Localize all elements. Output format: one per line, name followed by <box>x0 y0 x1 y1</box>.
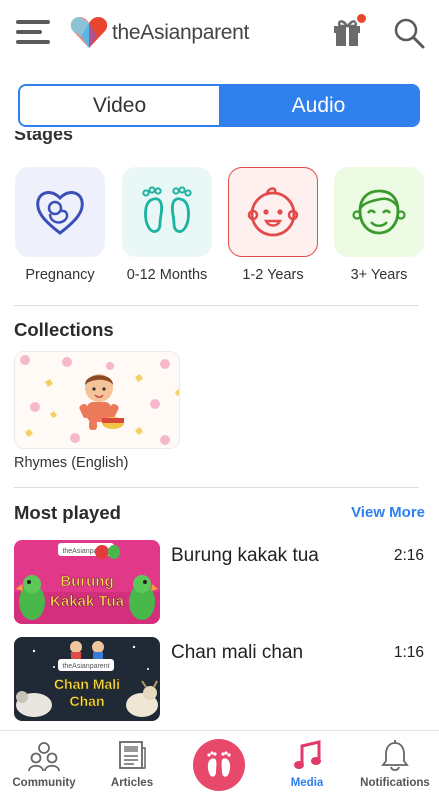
stage-pregnancy[interactable]: Pregnancy <box>15 167 105 283</box>
baby-feet-icon <box>142 186 192 233</box>
track-duration: 1:16 <box>393 644 424 661</box>
tab-video[interactable]: Video <box>20 86 219 125</box>
bell-icon <box>381 740 409 771</box>
track-thumbnail: theAsianparent Burung Kakak Tua <box>14 540 160 624</box>
stage-1-2-years[interactable]: 1-2 Years <box>228 167 318 283</box>
logo-text: theAsianparent <box>112 21 250 44</box>
thumb-title-line-1: Chan Mali <box>54 676 120 692</box>
stages-title: Stages <box>14 131 74 144</box>
collection-card-rhymes[interactable] <box>14 351 180 449</box>
app-header: theAsianparent <box>0 0 439 66</box>
pregnancy-heart-icon <box>36 191 84 235</box>
baby-feet-icon <box>207 751 231 777</box>
track-duration: 2:16 <box>393 547 424 564</box>
stage-0-12-months[interactable]: 0-12 Months <box>122 167 212 283</box>
community-icon <box>28 742 60 772</box>
divider <box>14 305 419 306</box>
track-item[interactable]: theAsianparent Chan Mali Chan Chan mali … <box>14 637 424 721</box>
heart-logo-icon <box>70 17 108 48</box>
media-type-toggle: Video Audio <box>18 84 420 127</box>
kid-face-icon <box>352 189 406 235</box>
track-title: Chan mali chan <box>171 642 304 663</box>
track-thumbnail: theAsianparent Chan Mali Chan <box>14 637 160 721</box>
rhymes-collection-thumbnail <box>15 352 179 448</box>
notification-dot <box>355 12 368 25</box>
newspaper-icon <box>119 741 146 769</box>
stage-3-plus-years[interactable]: 3+ Years <box>334 167 424 283</box>
collection-label: Rhymes (English) <box>14 455 129 471</box>
most-played-title: Most played <box>14 502 121 523</box>
stage-label: 3+ Years <box>350 267 408 283</box>
view-more-link[interactable]: View More <box>351 504 425 521</box>
divider <box>14 487 419 488</box>
tab-audio[interactable]: Audio <box>219 86 418 125</box>
track-title: Burung kakak tua <box>171 545 319 566</box>
menu-icon[interactable] <box>16 20 50 44</box>
gift-icon[interactable] <box>330 12 368 50</box>
thumb-title-line-2: Chan <box>70 693 105 709</box>
nav-center-feet-button[interactable] <box>193 739 245 791</box>
thumb-title-line-2: Kakak Tua <box>50 593 125 610</box>
logo: theAsianparent <box>70 16 249 50</box>
thumb-title-line-1: Burung <box>60 573 113 590</box>
nav-label: Notifications <box>360 777 430 789</box>
collections-title: Collections <box>14 319 114 340</box>
stage-label: 1-2 Years <box>242 267 304 283</box>
baby-face-icon <box>247 187 299 237</box>
nav-articles[interactable]: Articles <box>88 731 176 800</box>
nav-label: Articles <box>110 777 154 789</box>
nav-community[interactable]: Community <box>0 731 88 800</box>
stage-label: 0-12 Months <box>126 267 208 283</box>
thumb-brand: theAsianparent <box>62 663 109 670</box>
nav-label: Media <box>290 777 324 789</box>
nav-media[interactable]: Media <box>263 731 351 800</box>
music-note-icon <box>294 740 321 769</box>
nav-label: Community <box>12 777 76 789</box>
track-item[interactable]: theAsianparent Burung Kakak Tua Burung k… <box>14 540 424 624</box>
stage-label: Pregnancy <box>25 267 95 283</box>
nav-notifications[interactable]: Notifications <box>351 731 439 800</box>
search-icon[interactable] <box>392 16 426 50</box>
